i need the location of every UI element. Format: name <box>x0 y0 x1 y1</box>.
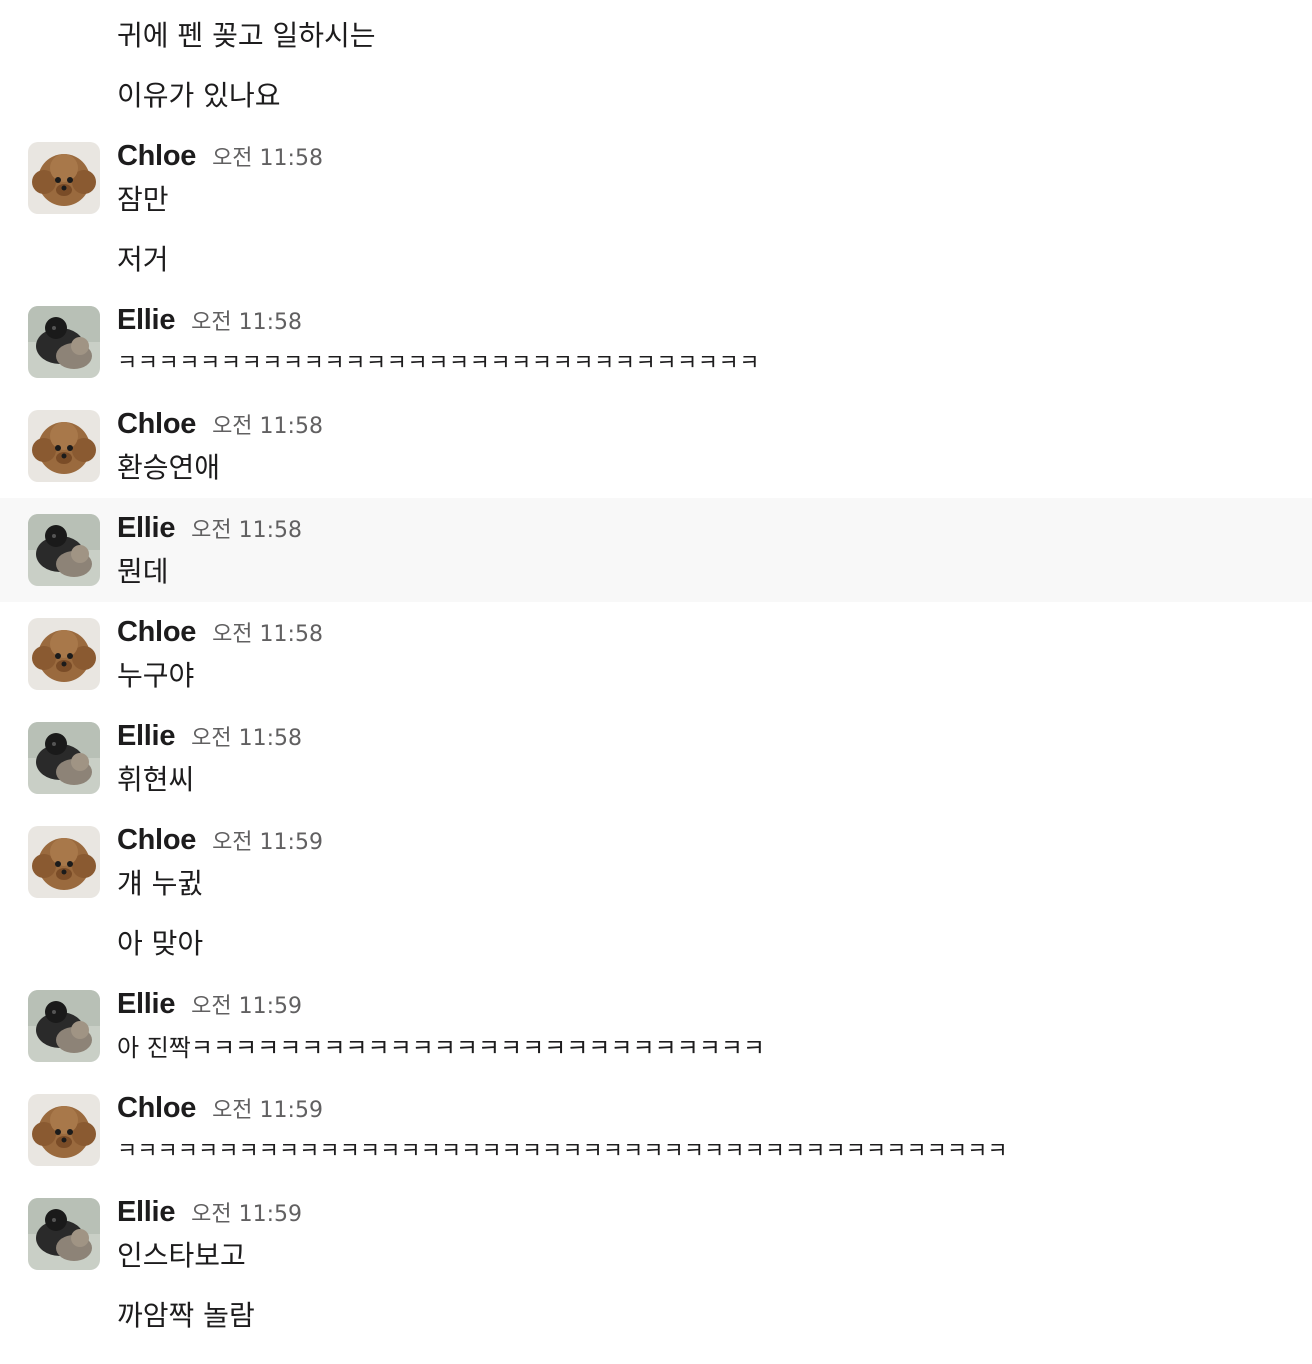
message-header: Chloe 오전 11:59 <box>117 1092 323 1128</box>
message-text: 귀에 펜 꽂고 일하시는 <box>117 19 376 52</box>
avatar-ellie[interactable] <box>28 722 100 794</box>
avatar-ellie[interactable] <box>28 306 100 378</box>
message-text: 환승연애 <box>117 451 221 484</box>
sender-name[interactable]: Ellie <box>117 720 175 753</box>
timestamp[interactable]: 오전 11:58 <box>212 140 323 172</box>
timestamp[interactable]: 오전 11:58 <box>191 304 302 336</box>
message-text: 아 맞아 <box>117 927 204 960</box>
message-header: Chloe 오전 11:58 <box>117 408 323 444</box>
message-header: Ellie 오전 11:58 <box>117 304 302 340</box>
message-text: 걔 누귌 <box>117 867 204 900</box>
avatar-ellie[interactable] <box>28 1198 100 1270</box>
sender-name[interactable]: Ellie <box>117 1196 175 1229</box>
message-header: Ellie 오전 11:58 <box>117 720 302 756</box>
message-header: Chloe 오전 11:59 <box>117 824 323 860</box>
message-feed: 귀에 펜 꽂고 일하시는 이유가 있나요 Chloe 오전 11:58 잠만 저… <box>0 0 1312 1364</box>
sender-name[interactable]: Chloe <box>117 140 196 173</box>
sender-name[interactable]: Chloe <box>117 1092 196 1125</box>
sender-name[interactable]: Ellie <box>117 988 175 1021</box>
message-header: Ellie 오전 11:59 <box>117 988 302 1024</box>
avatar-chloe[interactable] <box>28 1094 100 1166</box>
message-text: 휘현씨 <box>117 763 195 796</box>
timestamp[interactable]: 오전 11:59 <box>191 988 302 1020</box>
message-text: ㅋㅋㅋㅋㅋㅋㅋㅋㅋㅋㅋㅋㅋㅋㅋㅋㅋㅋㅋㅋㅋㅋㅋㅋㅋㅋㅋㅋㅋㅋㅋㅋㅋㅋㅋㅋㅋㅋㅋㅋ… <box>117 1139 1008 1164</box>
message-text: ㅋㅋㅋㅋㅋㅋㅋㅋㅋㅋㅋㅋㅋㅋㅋㅋㅋㅋㅋㅋㅋㅋㅋㅋㅋㅋㅋㅋㅋㅋㅋ <box>117 351 760 376</box>
timestamp[interactable]: 오전 11:58 <box>212 408 323 440</box>
timestamp[interactable]: 오전 11:58 <box>212 616 323 648</box>
message-header: Chloe 오전 11:58 <box>117 140 323 176</box>
sender-name[interactable]: Chloe <box>117 616 196 649</box>
sender-name[interactable]: Ellie <box>117 304 175 337</box>
timestamp[interactable]: 오전 11:58 <box>191 720 302 752</box>
message-text: 저거 <box>117 243 169 276</box>
avatar-chloe[interactable] <box>28 142 100 214</box>
message-text: 잠만 <box>117 183 169 216</box>
message-header: Ellie 오전 11:58 <box>117 512 302 548</box>
message-text: 아 진짝ㅋㅋㅋㅋㅋㅋㅋㅋㅋㅋㅋㅋㅋㅋㅋㅋㅋㅋㅋㅋㅋㅋㅋㅋㅋㅋ <box>117 1034 765 1062</box>
timestamp[interactable]: 오전 11:59 <box>212 824 323 856</box>
message-text: 이유가 있나요 <box>117 79 281 112</box>
message-text: 인스타보고 <box>117 1239 246 1272</box>
sender-name[interactable]: Chloe <box>117 824 196 857</box>
message-header: Ellie 오전 11:59 <box>117 1196 302 1232</box>
timestamp[interactable]: 오전 11:59 <box>191 1196 302 1228</box>
timestamp[interactable]: 오전 11:58 <box>191 512 302 544</box>
message-header: Chloe 오전 11:58 <box>117 616 323 652</box>
sender-name[interactable]: Ellie <box>117 512 175 545</box>
message-text: 뭔데 <box>117 555 169 588</box>
avatar-chloe[interactable] <box>28 618 100 690</box>
message-text: 누구야 <box>117 659 195 692</box>
avatar-ellie[interactable] <box>28 514 100 586</box>
sender-name[interactable]: Chloe <box>117 408 196 441</box>
message-text: 까암짝 놀람 <box>117 1299 255 1332</box>
avatar-chloe[interactable] <box>28 410 100 482</box>
avatar-ellie[interactable] <box>28 990 100 1062</box>
avatar-chloe[interactable] <box>28 826 100 898</box>
timestamp[interactable]: 오전 11:59 <box>212 1092 323 1124</box>
